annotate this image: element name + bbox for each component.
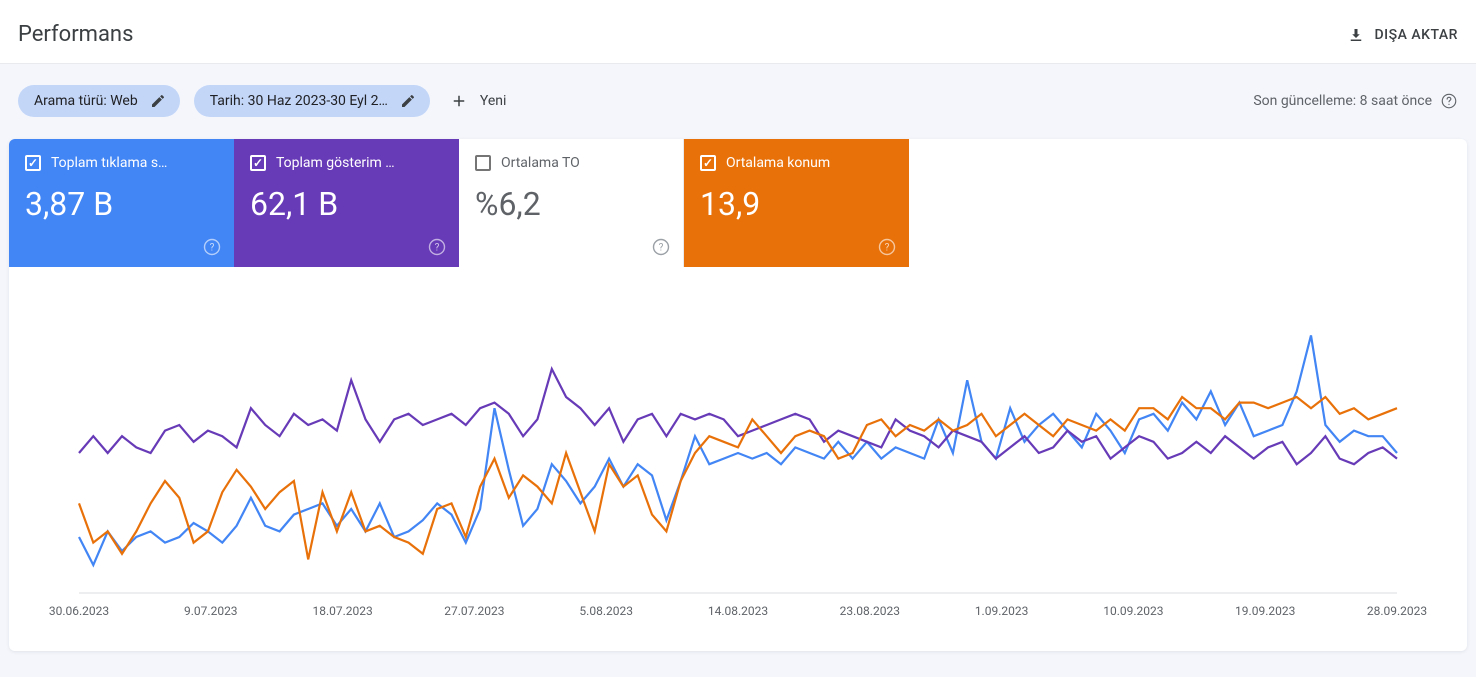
filters-left: Arama türü: Web Tarih: 30 Haz 2023-30 Ey… <box>18 85 506 117</box>
svg-text:10.09.2023: 10.09.2023 <box>1103 604 1163 618</box>
svg-text:9.07.2023: 9.07.2023 <box>184 604 238 618</box>
svg-text:?: ? <box>659 242 664 253</box>
svg-text:23.08.2023: 23.08.2023 <box>840 604 900 618</box>
svg-text:?: ? <box>885 242 890 253</box>
svg-text:?: ? <box>210 242 215 253</box>
metric-label: Toplam gösterim … <box>276 155 395 171</box>
metric-tile-ctr[interactable]: Ortalama TO %6,2 ? <box>459 139 684 267</box>
chip-label: Arama türü: Web <box>34 93 138 109</box>
help-icon[interactable] <box>1440 92 1458 110</box>
metric-label: Ortalama konum <box>726 155 830 171</box>
add-filter-label: Yeni <box>480 93 507 109</box>
help-icon[interactable]: ? <box>427 237 447 257</box>
svg-text:19.09.2023: 19.09.2023 <box>1235 604 1295 618</box>
svg-text:?: ? <box>435 242 440 253</box>
svg-text:1.09.2023: 1.09.2023 <box>975 604 1029 618</box>
export-button[interactable]: DIŞA AKTAR <box>1347 26 1458 44</box>
performance-chart[interactable]: 30.06.2023 9.07.2023 18.07.2023 27.07.2023 5… <box>9 303 1467 633</box>
filter-chip-date[interactable]: Tarih: 30 Haz 2023-30 Eyl 2… <box>194 85 430 117</box>
plus-icon <box>450 92 468 110</box>
page-title: Performans <box>18 22 133 47</box>
metric-value: %6,2 <box>475 185 667 223</box>
metric-tile-impressions[interactable]: Toplam gösterim … 62,1 B ? <box>234 139 459 267</box>
metric-tile-position[interactable]: Ortalama konum 13,9 ? <box>684 139 909 267</box>
metric-value: 62,1 B <box>250 185 443 223</box>
metric-value: 13,9 <box>700 185 893 223</box>
chart-container: 30.06.2023 9.07.2023 18.07.2023 27.07.2023 5… <box>9 267 1467 651</box>
export-label: DIŞA AKTAR <box>1375 27 1458 43</box>
filter-chip-search-type[interactable]: Arama türü: Web <box>18 85 180 117</box>
svg-text:5.08.2023: 5.08.2023 <box>579 604 633 618</box>
svg-text:30.06.2023: 30.06.2023 <box>49 604 109 618</box>
download-icon <box>1347 26 1365 44</box>
performance-card: Toplam tıklama s… 3,87 B ? Toplam göster… <box>9 139 1467 651</box>
help-icon[interactable]: ? <box>651 237 671 257</box>
filters-row: Arama türü: Web Tarih: 30 Haz 2023-30 Ey… <box>0 65 1476 139</box>
last-updated: Son güncelleme: 8 saat önce <box>1253 92 1458 110</box>
chip-label: Tarih: 30 Haz 2023-30 Eyl 2… <box>210 93 388 109</box>
help-icon[interactable]: ? <box>202 237 222 257</box>
checkbox-icon <box>700 155 716 171</box>
pencil-icon <box>400 93 416 109</box>
header: Performans DIŞA AKTAR <box>0 0 1476 64</box>
svg-text:28.09.2023: 28.09.2023 <box>1367 604 1427 618</box>
metric-label: Toplam tıklama s… <box>51 155 167 171</box>
metric-value: 3,87 B <box>25 185 218 223</box>
checkbox-icon <box>250 155 266 171</box>
checkbox-icon <box>475 155 491 171</box>
svg-text:14.08.2023: 14.08.2023 <box>708 604 768 618</box>
metric-label: Ortalama TO <box>501 155 580 171</box>
help-icon[interactable]: ? <box>877 237 897 257</box>
pencil-icon <box>150 93 166 109</box>
svg-text:27.07.2023: 27.07.2023 <box>444 604 504 618</box>
checkbox-icon <box>25 155 41 171</box>
add-filter-button[interactable]: Yeni <box>450 92 507 110</box>
metrics-row: Toplam tıklama s… 3,87 B ? Toplam göster… <box>9 139 1467 267</box>
last-updated-text: Son güncelleme: 8 saat önce <box>1253 93 1432 109</box>
metric-tile-clicks[interactable]: Toplam tıklama s… 3,87 B ? <box>9 139 234 267</box>
svg-text:18.07.2023: 18.07.2023 <box>312 604 372 618</box>
